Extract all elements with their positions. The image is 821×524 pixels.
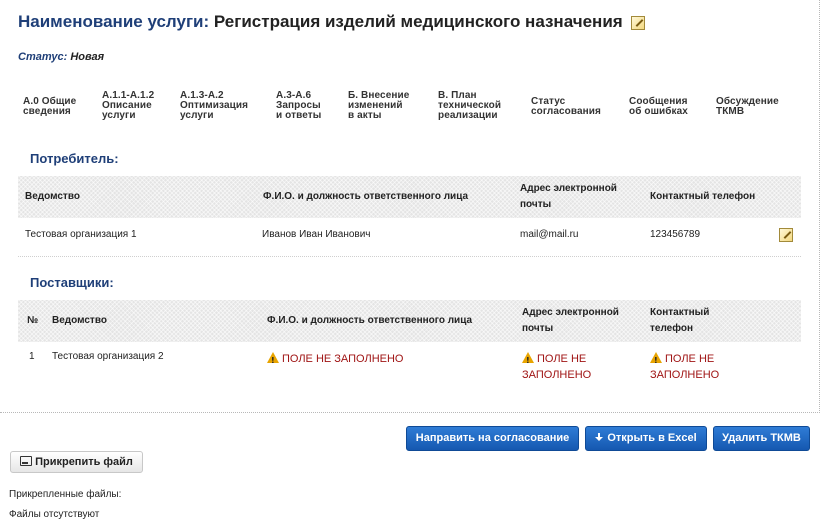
tab-requests-answers[interactable]: А.3-А.6 Запросы и ответы	[276, 91, 321, 121]
tab-service-description[interactable]: А.1.1-А.1.2 Описание услуги	[102, 91, 154, 121]
download-icon	[595, 433, 604, 442]
tab-general[interactable]: А.0 Общие сведения	[23, 97, 76, 117]
supplier-person-warning: ПОЛЕ НЕ ЗАПОЛНЕНО	[267, 351, 404, 369]
tab-tkmv-discussion[interactable]: Обсуждение ТКМВ	[716, 97, 779, 117]
suppliers-section-title: Поставщики:	[30, 275, 114, 290]
open-in-excel-button[interactable]: Открыть в Excel	[585, 426, 707, 451]
tab-acts-changes[interactable]: Б. Внесение изменений в акты	[348, 91, 409, 121]
tab-approval-status[interactable]: Статус согласования	[531, 97, 601, 117]
consumer-col-org: Ведомство	[25, 191, 80, 202]
suppliers-col-person: Ф.И.О. и должность ответственного лица	[267, 315, 473, 326]
delete-tkmv-button[interactable]: Удалить ТКМВ	[713, 426, 810, 451]
status-label: Статус:	[18, 51, 68, 63]
consumer-section-title: Потребитель:	[30, 151, 119, 166]
supplier-person: ПОЛЕ НЕ ЗАПОЛНЕНО	[282, 353, 404, 365]
suppliers-col-email: Адрес электронной почты	[522, 307, 619, 334]
suppliers-col-num: №	[27, 315, 39, 326]
tab-service-optimization[interactable]: А.1.3-А.2 Оптимизация услуги	[180, 91, 248, 121]
consumer-col-phone: Контактный телефон	[650, 191, 756, 202]
edit-icon[interactable]	[779, 228, 793, 242]
open-in-excel-label: Открыть в Excel	[607, 432, 697, 444]
page-title: Наименование услуги: Регистрация изделий…	[18, 12, 646, 32]
supplier-num: 1	[29, 351, 35, 362]
consumer-col-email: Адрес электронной почты	[520, 183, 617, 210]
consumer-person: Иванов Иван Иванович	[262, 229, 371, 240]
suppliers-table-header: № Ведомство Ф.И.О. и должность ответстве…	[18, 300, 801, 342]
no-files-text: Файлы отсутствуют	[9, 509, 100, 520]
consumer-col-person: Ф.И.О. и должность ответственного лица	[263, 191, 469, 202]
suppliers-col-phone: Контактный телефон	[650, 307, 710, 334]
consumer-phone: 123456789	[650, 229, 701, 240]
hdd-icon	[20, 456, 33, 466]
attach-file-label: Прикрепить файл	[35, 456, 133, 468]
consumer-table-header: Ведомство Ф.И.О. и должность ответственн…	[18, 176, 801, 218]
send-for-approval-button[interactable]: Направить на согласование	[406, 426, 579, 451]
consumer-org: Тестовая организация 1	[25, 229, 137, 240]
attached-files-label: Прикрепленные файлы:	[9, 489, 122, 500]
service-name-label: Наименование услуги:	[18, 12, 210, 31]
status-value: Новая	[70, 51, 105, 63]
warning-icon	[650, 352, 662, 369]
supplier-phone-warning: ПОЛЕ НЕ ЗАПОЛНЕНО	[650, 351, 719, 383]
service-name-value: Регистрация изделий медицинского назначе…	[213, 12, 623, 31]
suppliers-col-org: Ведомство	[52, 315, 107, 326]
tab-technical-plan[interactable]: В. План технической реализации	[438, 91, 501, 121]
warning-icon	[522, 352, 534, 369]
status-line: Статус: Новая	[18, 51, 104, 63]
attach-file-button[interactable]: Прикрепить файл	[10, 451, 143, 473]
tab-error-messages[interactable]: Сообщения об ошибках	[629, 97, 688, 117]
row-separator	[18, 256, 801, 257]
edit-icon[interactable]	[631, 15, 646, 30]
supplier-email-warning: ПОЛЕ НЕ ЗАПОЛНЕНО	[522, 351, 591, 383]
supplier-org: Тестовая организация 2	[52, 351, 164, 362]
warning-icon	[267, 352, 279, 369]
consumer-email: mail@mail.ru	[520, 229, 579, 240]
